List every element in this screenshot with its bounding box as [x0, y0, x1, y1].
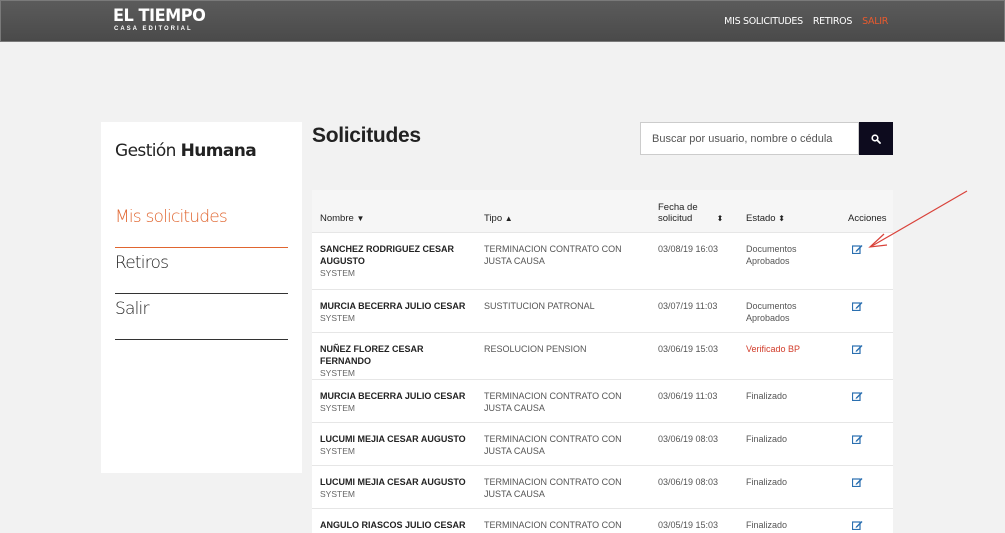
- requests-table-wrapper: Nombre ▼ Tipo ▲ Fecha de solicitud ⬍ Est…: [312, 190, 893, 533]
- search-button[interactable]: [859, 122, 893, 155]
- cell-estado: Documentos Aprobados: [738, 231, 840, 289]
- cell-acciones: [840, 464, 893, 508]
- edit-icon[interactable]: [851, 520, 863, 533]
- cell-tipo: TERMINACION CONTRATO CON JUSTA CAUSA: [476, 378, 650, 422]
- cell-nombre: ANGULO RIASCOS JULIO CESARSYSTEM: [312, 507, 476, 533]
- cell-estado: Finalizado: [738, 464, 840, 508]
- cell-estado: Finalizado: [738, 507, 840, 533]
- column-header-nombre[interactable]: Nombre ▼: [312, 190, 476, 232]
- table-row[interactable]: NUÑEZ FLOREZ CESAR FERNANDO SYSTEM RESOLUC…: [312, 331, 893, 379]
- logo[interactable]: EL TIEMPO CASA EDITORIAL: [113, 8, 210, 33]
- cell-acciones: [840, 421, 893, 465]
- sidebar-title-light: Gestión: [115, 141, 176, 161]
- cell-nombre: MURCIA BECERRA JULIO CESAR SYSTEM: [312, 378, 476, 422]
- logo-sub-text: CASA EDITORIAL: [114, 26, 193, 32]
- sidebar-item-mis-solicitudes[interactable]: Mis solicitudes: [115, 202, 288, 248]
- employee-name: LUCUMI MEJIA CESAR AUGUSTO: [320, 433, 466, 444]
- search-input[interactable]: [640, 122, 859, 155]
- employee-name: LUCUMI MEJIA CESAR AUGUSTO: [320, 476, 466, 487]
- edit-icon[interactable]: [851, 301, 863, 314]
- cell-nombre: NUÑEZ FLOREZ CESAR FERNANDO SYSTEM: [312, 331, 476, 379]
- top-nav: MIS SOLICITUDES RETIROS SALIR: [724, 16, 888, 27]
- employee-name: ANGULO RIASCOS JULIO CESAR: [320, 519, 466, 530]
- employee-name: MURCIA BECERRA JULIO CESAR: [320, 390, 466, 401]
- cell-nombre: LUCUMI MEJIA CESAR AUGUSTO SYSTEM: [312, 421, 476, 465]
- column-header-estado[interactable]: Estado ⬍: [738, 190, 840, 232]
- employee-name: NUÑEZ FLOREZ CESAR FERNANDO: [320, 343, 424, 366]
- cell-estado: Finalizado: [738, 378, 840, 422]
- sort-desc-icon: ▼: [356, 213, 365, 223]
- sidebar-menu: Mis solicitudes Retiros Salir: [115, 202, 288, 340]
- search-icon: [871, 133, 881, 144]
- employee-name: MURCIA BECERRA JULIO CESAR: [320, 300, 466, 311]
- cell-nombre: MURCIA BECERRA JULIO CESAR SYSTEM: [312, 288, 476, 332]
- cell-estado: Documentos Aprobados: [738, 288, 840, 332]
- cell-estado: Finalizado: [738, 421, 840, 465]
- created-by: SYSTEM: [320, 367, 355, 378]
- cell-acciones: [840, 288, 893, 332]
- created-by: SYSTEM: [320, 488, 355, 499]
- sidebar-item-salir[interactable]: Salir: [115, 294, 288, 340]
- cell-fecha: 03/08/19 16:03: [650, 231, 738, 289]
- nav-salir[interactable]: SALIR: [862, 16, 888, 27]
- top-bar: EL TIEMPO CASA EDITORIAL MIS SOLICITUDES…: [0, 0, 1005, 42]
- table-row[interactable]: SANCHEZ RODRIGUEZ CESAR AUGUSTO SYSTEM TER…: [312, 231, 893, 289]
- sort-asc-icon: ▲: [504, 213, 513, 223]
- table-row[interactable]: MURCIA BECERRA JULIO CESAR SYSTEM SUSTITUC…: [312, 288, 893, 332]
- created-by: SYSTEM: [320, 402, 355, 413]
- created-by: SYSTEM: [320, 445, 355, 456]
- employee-name: SANCHEZ RODRIGUEZ CESAR AUGUSTO: [320, 243, 455, 266]
- logo-main-text: EL TIEMPO: [113, 6, 206, 26]
- created-by: SYSTEM: [320, 267, 355, 278]
- edit-icon[interactable]: [851, 344, 863, 357]
- edit-icon[interactable]: [851, 434, 863, 447]
- cell-nombre: SANCHEZ RODRIGUEZ CESAR AUGUSTO SYSTEM: [312, 231, 476, 289]
- cell-acciones: [840, 378, 893, 422]
- cell-fecha: 03/06/19 08:03: [650, 421, 738, 465]
- cell-fecha: 03/05/19 15:03: [650, 507, 738, 533]
- sidebar-item-retiros[interactable]: Retiros: [115, 248, 288, 294]
- table-row[interactable]: ANGULO RIASCOS JULIO CESARSYSTEMTERMINAC…: [312, 507, 893, 533]
- cell-fecha: 03/06/19 15:03: [650, 331, 738, 379]
- sidebar: Gestión Humana Mis solicitudes Retiros S…: [101, 122, 302, 473]
- cell-estado: Verificado BP: [738, 331, 840, 379]
- cell-fecha: 03/06/19 08:03: [650, 464, 738, 508]
- cell-tipo: TERMINACION CONTRATO CON JUSTA CAUSA: [476, 231, 650, 289]
- column-header-fecha[interactable]: Fecha de solicitud ⬍: [650, 190, 738, 232]
- cell-acciones: [840, 507, 893, 533]
- column-header-tipo[interactable]: Tipo ▲: [476, 190, 650, 232]
- table-body: SANCHEZ RODRIGUEZ CESAR AUGUSTO SYSTEM TER…: [312, 231, 893, 533]
- cell-acciones: [840, 331, 893, 379]
- page-title: Solicitudes: [312, 124, 421, 147]
- requests-table: Nombre ▼ Tipo ▲ Fecha de solicitud ⬍ Est…: [312, 190, 893, 533]
- cell-fecha: 03/06/19 11:03: [650, 378, 738, 422]
- sort-both-icon: ⬍: [778, 213, 785, 223]
- table-row[interactable]: LUCUMI MEJIA CESAR AUGUSTO SYSTEM TERMINAC…: [312, 421, 893, 465]
- cell-tipo: TERMINACION CONTRATO CON JUSTA CAUSA: [476, 421, 650, 465]
- cell-tipo: SUSTITUCION PATRONAL: [476, 288, 650, 332]
- annotation-arrow: [868, 190, 968, 248]
- sidebar-title-bold: Humana: [180, 141, 257, 161]
- cell-tipo: RESOLUCION PENSION: [476, 331, 650, 379]
- nav-mis-solicitudes[interactable]: MIS SOLICITUDES: [724, 16, 803, 27]
- cell-tipo: TERMINACION CONTRATO CON JUSTA CAUSA: [476, 464, 650, 508]
- table-header-row: Nombre ▼ Tipo ▲ Fecha de solicitud ⬍ Est…: [312, 190, 893, 232]
- table-row[interactable]: MURCIA BECERRA JULIO CESAR SYSTEM TERMINAC…: [312, 378, 893, 422]
- created-by: SYSTEM: [320, 312, 355, 323]
- cell-tipo: TERMINACION CONTRATO CON JUSTA CAUSA: [476, 507, 650, 533]
- cell-fecha: 03/07/19 11:03: [650, 288, 738, 332]
- table-row[interactable]: LUCUMI MEJIA CESAR AUGUSTO SYSTEM TERMINAC…: [312, 464, 893, 508]
- edit-icon[interactable]: [851, 391, 863, 404]
- cell-nombre: LUCUMI MEJIA CESAR AUGUSTO SYSTEM: [312, 464, 476, 508]
- nav-retiros[interactable]: RETIROS: [813, 16, 853, 27]
- edit-icon[interactable]: [851, 477, 863, 490]
- sidebar-title: Gestión Humana: [115, 141, 257, 161]
- sort-both-icon: ⬍: [716, 213, 724, 223]
